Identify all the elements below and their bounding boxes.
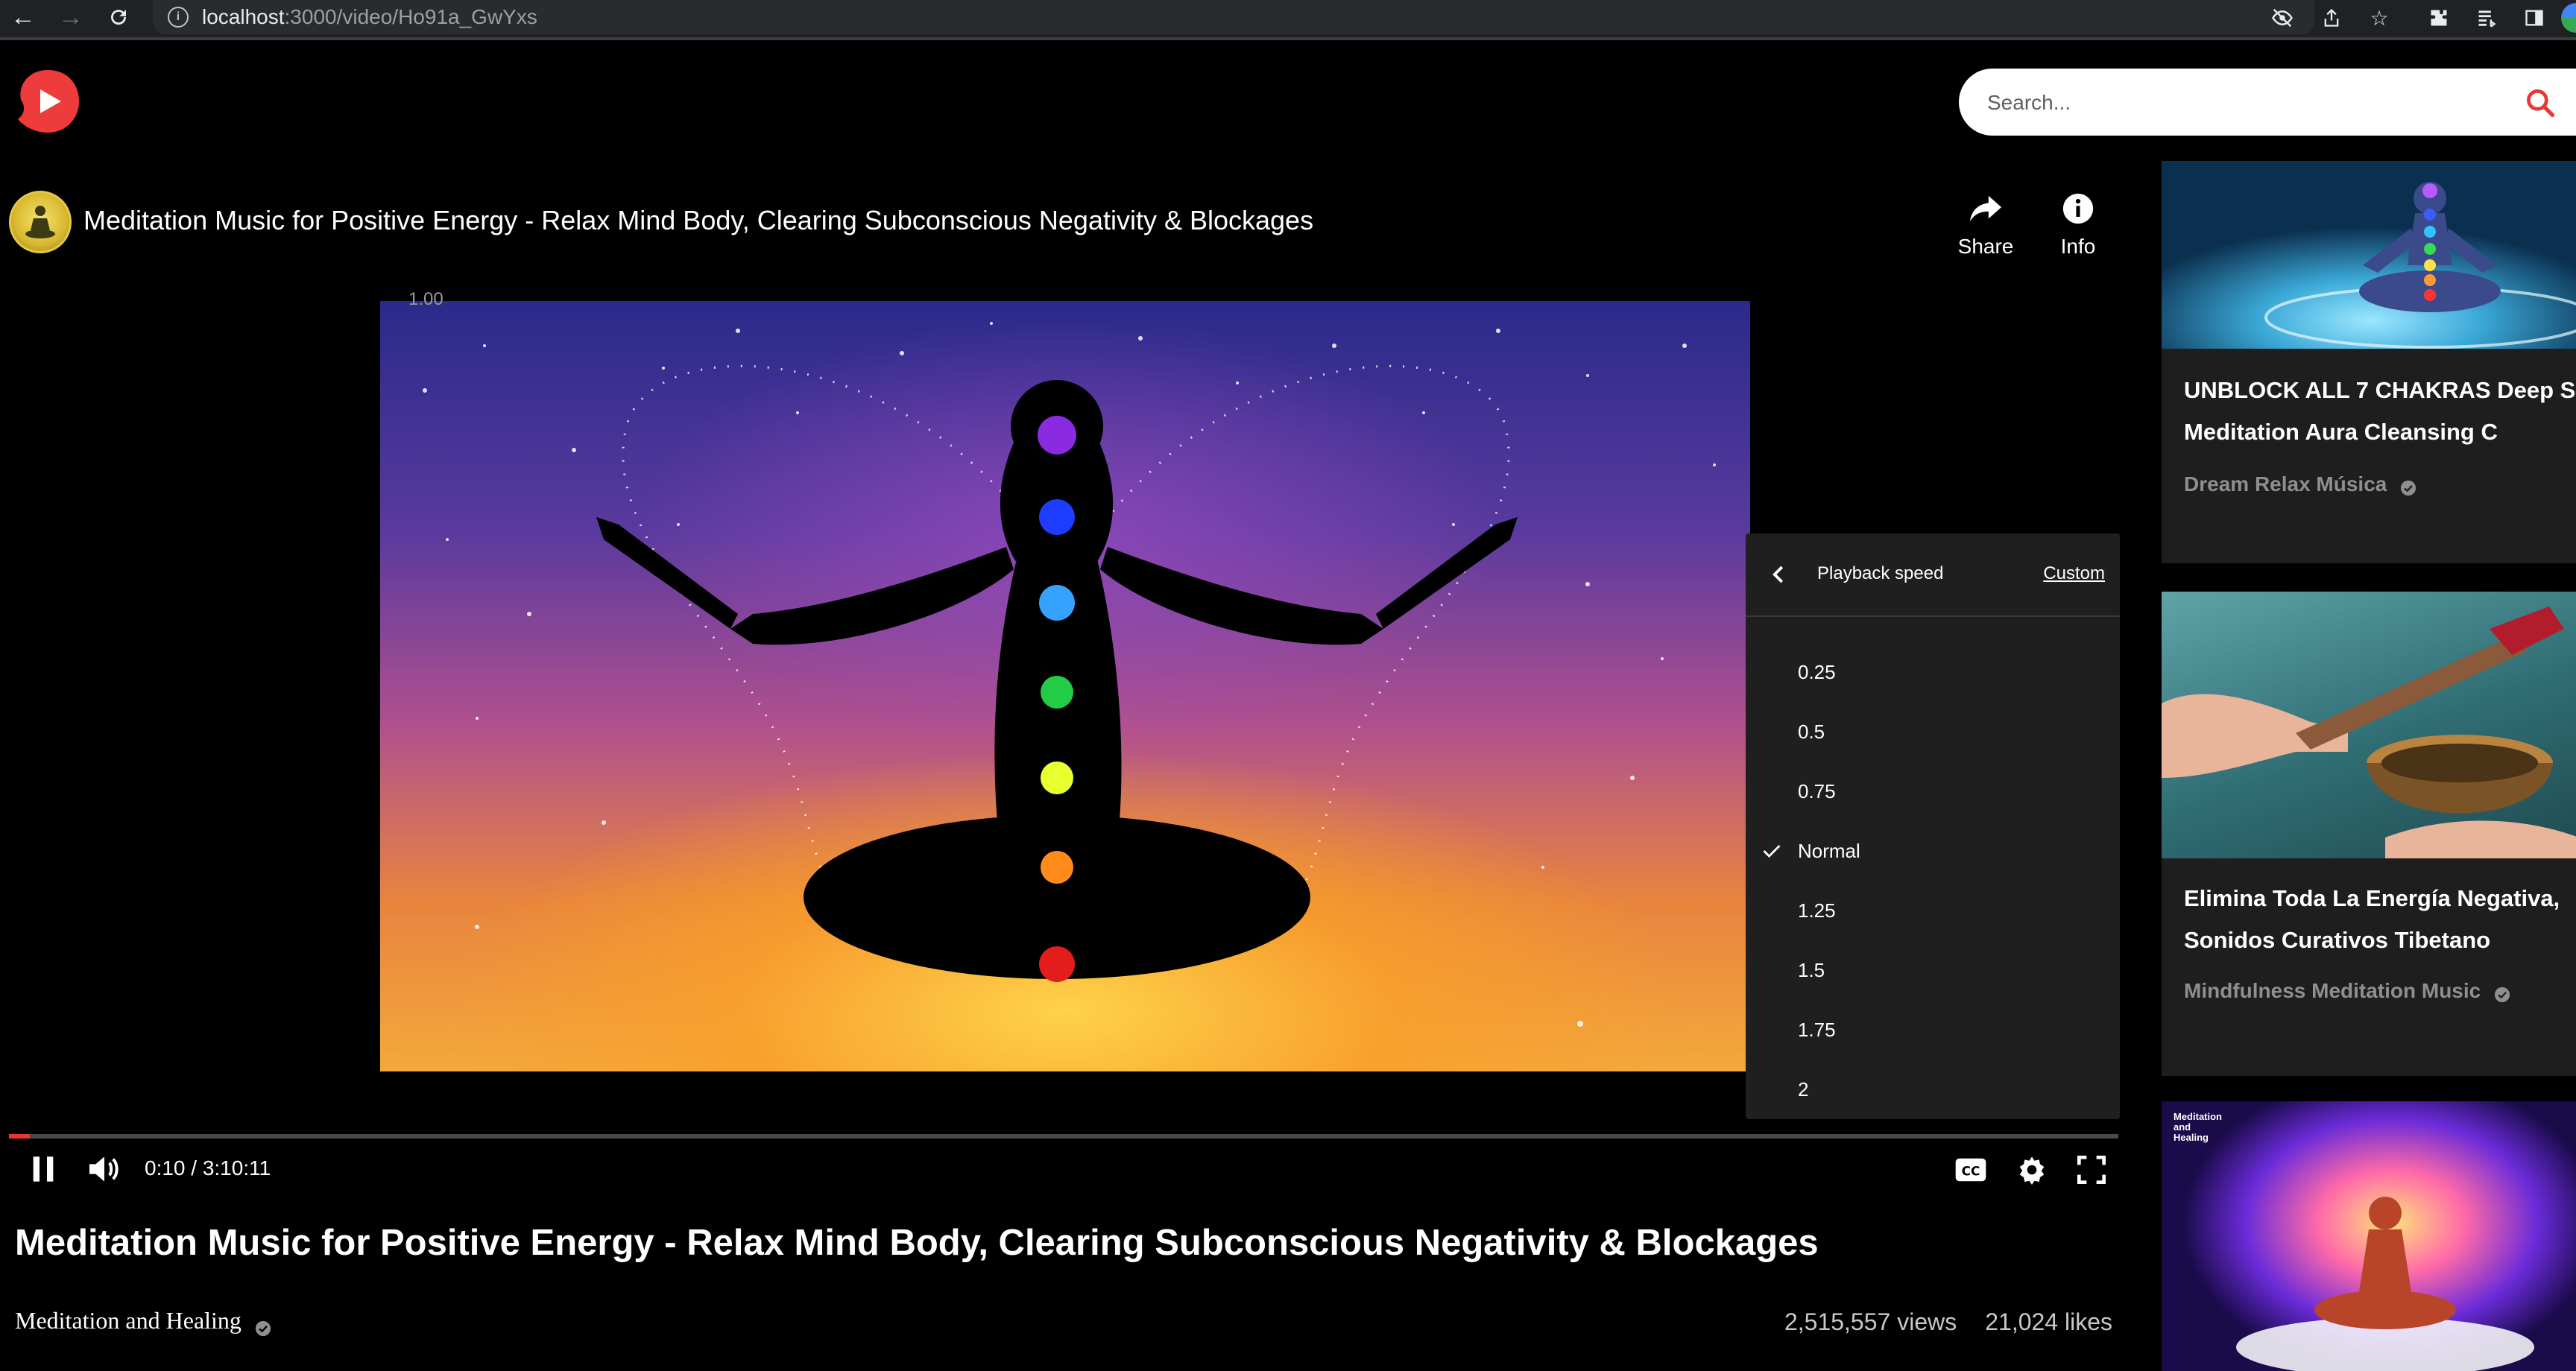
verified-badge-icon (255, 1315, 271, 1336)
speed-option-0-5[interactable]: 0.5 (1746, 702, 2120, 762)
custom-speed-link[interactable]: Custom (2043, 563, 2105, 584)
share-arrow-icon (1948, 190, 2023, 227)
verified-badge-icon (2494, 984, 2510, 1002)
thumbnail (2162, 161, 2576, 349)
time-display: 0:10 / 3:10:11 (145, 1156, 271, 1180)
speed-option-2[interactable]: 2 (1746, 1060, 2120, 1119)
eye-off-icon[interactable] (2269, 4, 2296, 31)
speed-option-1-25[interactable]: 1.25 (1746, 881, 2120, 940)
info-icon (2041, 190, 2115, 227)
extensions-icon[interactable] (2425, 4, 2452, 31)
speed-option-normal[interactable]: Normal (1746, 821, 2120, 881)
speed-indicator: 1.00 (408, 289, 443, 309)
sidebar-item-meditation-healing[interactable]: Meditation and Healing (2162, 1101, 2576, 1371)
search-icon[interactable] (2524, 86, 2557, 119)
speed-option-1-5[interactable]: 1.5 (1746, 940, 2120, 1000)
app-logo-icon[interactable] (15, 67, 80, 136)
info-button[interactable]: Info (2041, 190, 2115, 259)
svg-text:CC: CC (1962, 1164, 1980, 1179)
share-page-icon[interactable] (2318, 4, 2345, 31)
fullscreen-icon[interactable] (2074, 1153, 2109, 1186)
search-input[interactable] (1986, 85, 2510, 121)
checkmark-icon (1761, 840, 1783, 861)
view-count: 2,515,557 views (1784, 1308, 1957, 1335)
profile-avatar[interactable] (2561, 3, 2576, 33)
address-bar[interactable]: i localhost:3000/video/Ho91a_GwYxs (153, 0, 2314, 34)
video-stats: 2,515,557 views 21,024 likes (1784, 1308, 2112, 1336)
thumbnail (2162, 592, 2576, 858)
pause-icon[interactable] (22, 1152, 64, 1186)
sidebar-item-chakras[interactable]: UNBLOCK ALL 7 CHAKRAS Deep Sle Meditatio… (2162, 161, 2576, 563)
channel-avatar[interactable] (9, 191, 72, 253)
progress-bar[interactable] (9, 1134, 2118, 1139)
video-title-overlay: Meditation Music for Positive Energy - R… (83, 205, 1314, 235)
speed-menu-header: Playback speed Custom (1746, 533, 2120, 617)
back-arrow-icon[interactable]: ← (4, 0, 42, 34)
sidebar-channel: Mindfulness Meditation Music (2184, 979, 2510, 1003)
captions-icon[interactable]: CC (1953, 1153, 1989, 1186)
speed-menu-title: Playback speed (1817, 563, 1944, 583)
speed-option-1-75[interactable]: 1.75 (1746, 1000, 2120, 1060)
reading-list-icon[interactable] (2473, 4, 2500, 31)
settings-gear-icon[interactable] (2014, 1153, 2050, 1186)
share-button[interactable]: Share (1948, 190, 2023, 259)
video-player[interactable] (380, 301, 1750, 1071)
forward-arrow-icon[interactable]: → (52, 0, 89, 34)
channel-name[interactable]: Meditation and Healing (15, 1307, 271, 1336)
site-info-icon[interactable]: i (168, 7, 189, 28)
search-bar (1959, 69, 2576, 136)
speed-option-0-25[interactable]: 0.25 (1746, 642, 2120, 702)
video-content-meditation-silhouette (423, 322, 1716, 1027)
speed-option-0-75[interactable]: 0.75 (1746, 762, 2120, 821)
reload-icon[interactable] (100, 0, 137, 34)
progress-played (9, 1134, 31, 1139)
url-text[interactable]: localhost:3000/video/Ho91a_GwYxs (202, 5, 537, 29)
video-title: Meditation Music for Positive Energy - R… (15, 1223, 1819, 1263)
sidebar-item-tibetan[interactable]: Elimina Toda La Energía Negativa, Sonido… (2162, 592, 2576, 1076)
meditating-figure-icon (25, 206, 55, 238)
bookmark-star-icon[interactable]: ☆ (2366, 4, 2393, 31)
thumbnail: Meditation and Healing (2162, 1101, 2576, 1371)
playback-speed-menu: Playback speed Custom 0.25 0.5 0.75 Norm… (1746, 533, 2120, 1119)
browser-toolbar: ← → i localhost:3000/video/Ho91a_GwYxs ☆ (0, 0, 2576, 40)
sidebar-channel: Dream Relax Música (2184, 472, 2416, 496)
chevron-left-icon[interactable] (1768, 562, 1790, 587)
side-panel-icon[interactable] (2521, 4, 2548, 31)
volume-icon[interactable] (83, 1152, 125, 1186)
verified-badge-icon (2400, 478, 2416, 495)
like-count: 21,024 likes (1985, 1308, 2112, 1335)
